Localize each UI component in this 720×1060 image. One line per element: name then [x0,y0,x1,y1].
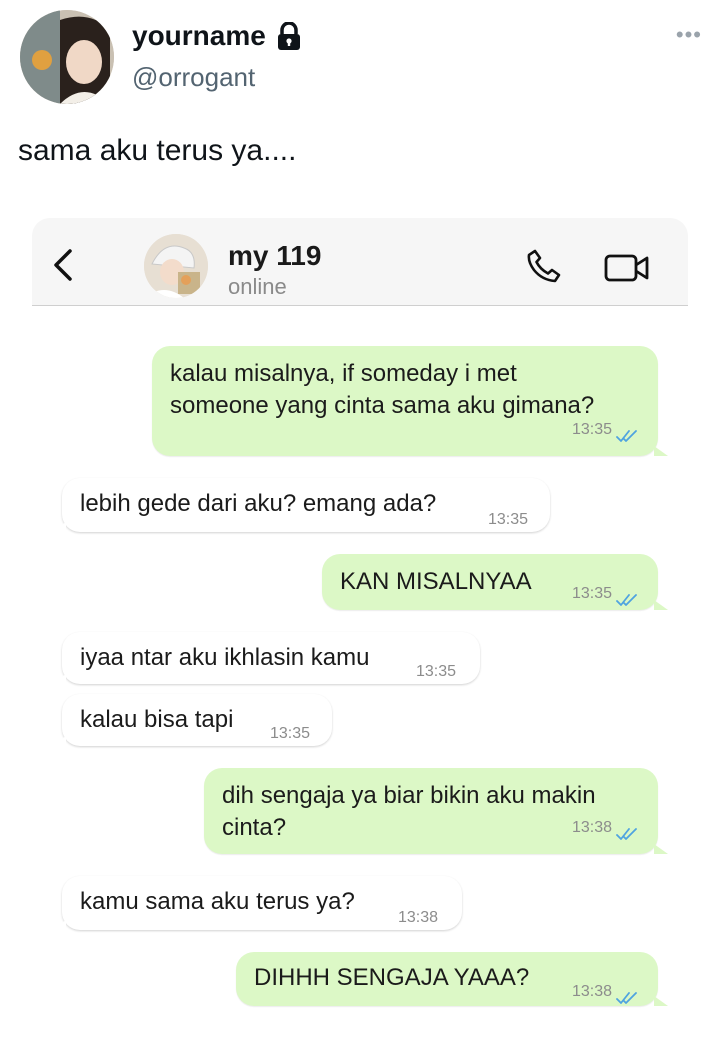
message-text: KAN MISALNYAA [340,568,532,595]
video-camera-icon[interactable] [604,254,650,282]
bubble-tail [654,446,668,456]
bubble-tail [654,600,668,610]
bubble-tail [52,736,66,746]
bubble-tail [52,674,66,684]
message-text: kamu sama aku terus ya? [80,888,355,915]
message-time: 13:35 [571,421,612,438]
double-check-icon [616,587,640,606]
profile-avatar[interactable] [20,10,114,104]
message-time: 13:35 [488,511,529,528]
message-time: 13:35 [416,663,457,680]
message-text: kalau bisa tapi [80,706,234,733]
message-bubble-outgoing[interactable]: DIHHH SENGAJA YAAA? 13:38 [236,952,668,1008]
message-bubble-outgoing[interactable]: kalau misalnya, if someday i met someone… [152,346,668,456]
message-bubble-incoming[interactable]: kalau bisa tapi 13:35 [52,694,332,746]
message-text: lebih gede dari aku? emang ada? [80,490,437,517]
contact-name[interactable]: my 119 [228,240,321,272]
lock-icon [276,21,302,50]
chevron-left-icon[interactable] [52,248,74,282]
message-time: 13:38 [571,983,612,1000]
message-bubble-incoming[interactable]: lebih gede dari aku? emang ada? 13:35 [52,478,550,532]
message-time: 13:38 [398,909,439,926]
message-time: 13:38 [571,819,612,836]
message-meta: 13:38 [572,976,640,1008]
message-bubble-outgoing[interactable]: dih sengaja ya biar bikin aku makin cint… [204,768,668,854]
contact-avatar[interactable] [144,234,208,298]
tweet-text: sama aku terus ya.... [18,134,297,167]
bubble-tail [654,844,668,854]
message-time: 13:35 [270,725,311,742]
message-text: iyaa ntar aku ikhlasin kamu [80,644,370,671]
user-handle[interactable]: @orrogant [132,62,255,93]
contact-status: online [228,274,287,299]
bubble-tail [52,920,66,930]
message-meta: 13:35 [572,578,640,610]
message-bubble-incoming[interactable]: kamu sama aku terus ya? 13:38 [52,876,462,930]
message-time: 13:35 [571,585,612,602]
more-icon[interactable]: ••• [676,22,702,48]
display-name-text[interactable]: yourname [132,20,266,52]
message-bubble-outgoing[interactable]: KAN MISALNYAA 13:35 [322,554,668,610]
chat-screenshot: my 119 online kalau misalnya, if someday… [32,218,688,1048]
message-text: dih sengaja ya biar bikin aku makin cint… [222,782,596,841]
double-check-icon [616,985,640,1004]
message-text: kalau misalnya, if someday i met someone… [170,360,595,419]
message-bubble-incoming[interactable]: iyaa ntar aku ikhlasin kamu 13:35 [52,632,480,684]
display-name[interactable]: yourname [132,20,302,52]
chat-header: my 119 online [32,218,688,306]
message-meta: 13:35 [572,414,640,446]
double-check-icon [616,821,640,840]
phone-icon[interactable] [526,248,562,284]
bubble-tail [52,522,66,532]
bubble-tail [654,996,668,1006]
message-meta: 13:38 [572,812,640,844]
double-check-icon [616,423,640,442]
message-text: DIHHH SENGAJA YAAA? [254,964,530,991]
